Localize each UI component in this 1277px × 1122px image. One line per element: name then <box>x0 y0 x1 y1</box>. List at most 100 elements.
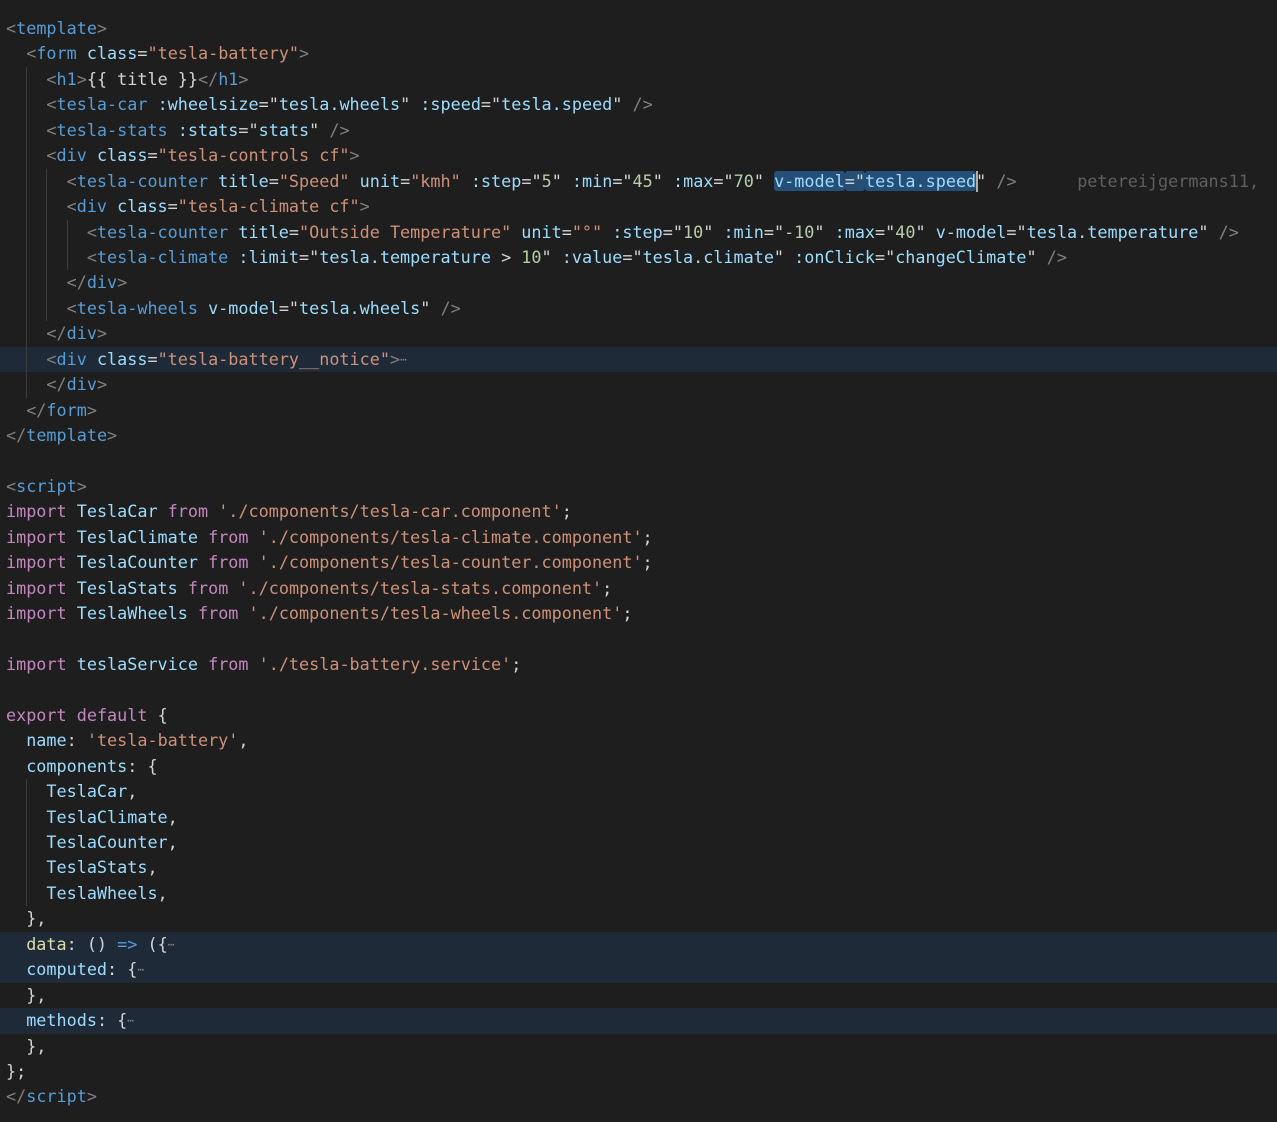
code-token: "kmh" <box>410 170 461 191</box>
code-token: =" <box>763 221 785 242</box>
code-token: " <box>753 170 775 191</box>
code-line[interactable] <box>0 627 1277 652</box>
code-line[interactable]: TeslaWheels, <box>0 880 1277 907</box>
code-token: " <box>420 297 441 318</box>
code-token: ; <box>622 603 633 624</box>
code-token: ; <box>511 653 522 674</box>
code-line[interactable]: components: { <box>0 754 1277 779</box>
code-token: > <box>117 272 128 293</box>
code-token: TeslaWheels <box>76 603 188 624</box>
code-token: './tesla-battery.service' <box>258 653 512 674</box>
code-line[interactable]: import TeslaCounter from './components/t… <box>0 550 1277 575</box>
indent-guide <box>46 219 66 245</box>
folded-code-line[interactable]: methods: {⋯ <box>0 1008 1277 1034</box>
code-editor[interactable]: <template> <form class="tesla-battery"> <h… <box>0 16 1277 1110</box>
indent-guide <box>46 168 66 195</box>
code-line[interactable]: export default { <box>0 703 1277 728</box>
code-line[interactable]: <script> <box>0 474 1277 499</box>
code-token: :wheelsize <box>157 94 259 115</box>
code-line[interactable]: }, <box>0 983 1277 1008</box>
code-line[interactable]: <tesla-stats :stats="stats" /> <box>0 117 1277 144</box>
code-token: /> <box>1046 246 1067 267</box>
code-line[interactable]: }; <box>0 1059 1277 1084</box>
code-line[interactable]: </div> <box>0 270 1277 296</box>
code-line[interactable]: <template> <box>0 16 1277 41</box>
code-line[interactable]: <tesla-wheels v-model="tesla.wheels" /> <box>0 295 1277 322</box>
code-line[interactable]: <tesla-counter title="Speed" unit="kmh" … <box>0 168 1277 195</box>
fold-ellipsis[interactable]: ⋯ <box>127 1014 134 1027</box>
code-token: /> <box>1218 221 1239 242</box>
code-token: : <box>66 730 87 751</box>
code-token: from <box>208 526 249 547</box>
code-line[interactable] <box>0 448 1277 473</box>
code-line[interactable]: name: 'tesla-battery', <box>0 728 1277 753</box>
code-line[interactable]: }, <box>0 1034 1277 1059</box>
code-token: =" <box>238 119 259 140</box>
code-line[interactable]: import teslaService from './tesla-batter… <box>0 652 1277 677</box>
code-token: default <box>76 704 148 725</box>
code-token: h1 <box>56 68 77 89</box>
code-line[interactable]: TeslaCar, <box>0 779 1277 805</box>
indent-guide <box>6 830 26 855</box>
code-token: }, <box>26 1035 47 1056</box>
code-token: template <box>16 18 97 38</box>
indent-guide <box>6 728 26 753</box>
code-line[interactable]: <tesla-car :wheelsize="tesla.wheels" :sp… <box>0 92 1277 118</box>
fold-ellipsis[interactable]: ⋯ <box>400 353 407 366</box>
code-line[interactable]: </div> <box>0 321 1277 347</box>
code-token: class <box>96 348 148 369</box>
code-line[interactable]: }, <box>0 906 1277 931</box>
code-token: =" <box>258 94 279 115</box>
code-token: div <box>56 348 87 369</box>
code-token: form <box>46 399 87 420</box>
folded-code-line[interactable]: <div class="tesla-battery__notice">⋯ <box>0 346 1277 373</box>
fold-ellipsis[interactable]: ⋯ <box>168 938 175 951</box>
code-token: tesla-stats <box>56 119 168 140</box>
code-token: TeslaCounter <box>46 832 168 852</box>
code-line[interactable]: <div class="tesla-controls cf"> <box>0 143 1277 169</box>
indent-guide <box>66 219 87 245</box>
code-line[interactable]: TeslaCounter, <box>0 830 1277 856</box>
code-token: './components/tesla-wheels.component' <box>248 603 623 624</box>
code-token: methods <box>26 1010 97 1031</box>
code-line[interactable]: </div> <box>0 372 1277 398</box>
indent-guide <box>6 1008 26 1033</box>
code-token: form <box>36 43 77 64</box>
code-token: =" <box>875 221 896 242</box>
code-line[interactable]: import TeslaCar from './components/tesla… <box>0 499 1277 524</box>
fold-ellipsis[interactable]: ⋯ <box>137 963 144 976</box>
code-token: }, <box>26 984 47 1005</box>
code-line[interactable]: import TeslaStats from './components/tes… <box>0 576 1277 601</box>
code-line[interactable]: </form> <box>0 398 1277 423</box>
code-token: ; <box>642 552 653 573</box>
code-token: {{ title }} <box>86 68 198 89</box>
code-line[interactable]: <div class="tesla-climate cf"> <box>0 194 1277 220</box>
code-token: " <box>551 170 572 191</box>
code-line[interactable]: <tesla-climate :limit="tesla.temperature… <box>0 244 1277 271</box>
folded-code-line[interactable]: data: () => ({⋯ <box>0 931 1277 958</box>
code-line[interactable]: </script> <box>0 1084 1277 1109</box>
code-line[interactable]: </template> <box>0 423 1277 448</box>
code-line[interactable]: TeslaStats, <box>0 855 1277 881</box>
code-line[interactable]: <tesla-counter title="Outside Temperatur… <box>0 219 1277 245</box>
code-token: from <box>167 501 209 522</box>
folded-code-line[interactable]: computed: {⋯ <box>0 957 1277 983</box>
code-line[interactable]: import TeslaClimate from './components/t… <box>0 525 1277 550</box>
code-token: export <box>6 704 67 725</box>
code-line[interactable] <box>0 677 1277 702</box>
code-token: " <box>703 221 724 242</box>
indent-guide <box>6 118 26 143</box>
code-line[interactable]: import TeslaWheels from './components/te… <box>0 601 1277 626</box>
code-token: /> <box>440 297 461 318</box>
code-line[interactable]: <h1>{{ title }}</h1> <box>0 66 1277 93</box>
code-token: =" <box>622 246 643 267</box>
code-line[interactable]: <form class="tesla-battery"> <box>0 41 1277 66</box>
code-line[interactable]: TeslaClimate, <box>0 804 1277 830</box>
